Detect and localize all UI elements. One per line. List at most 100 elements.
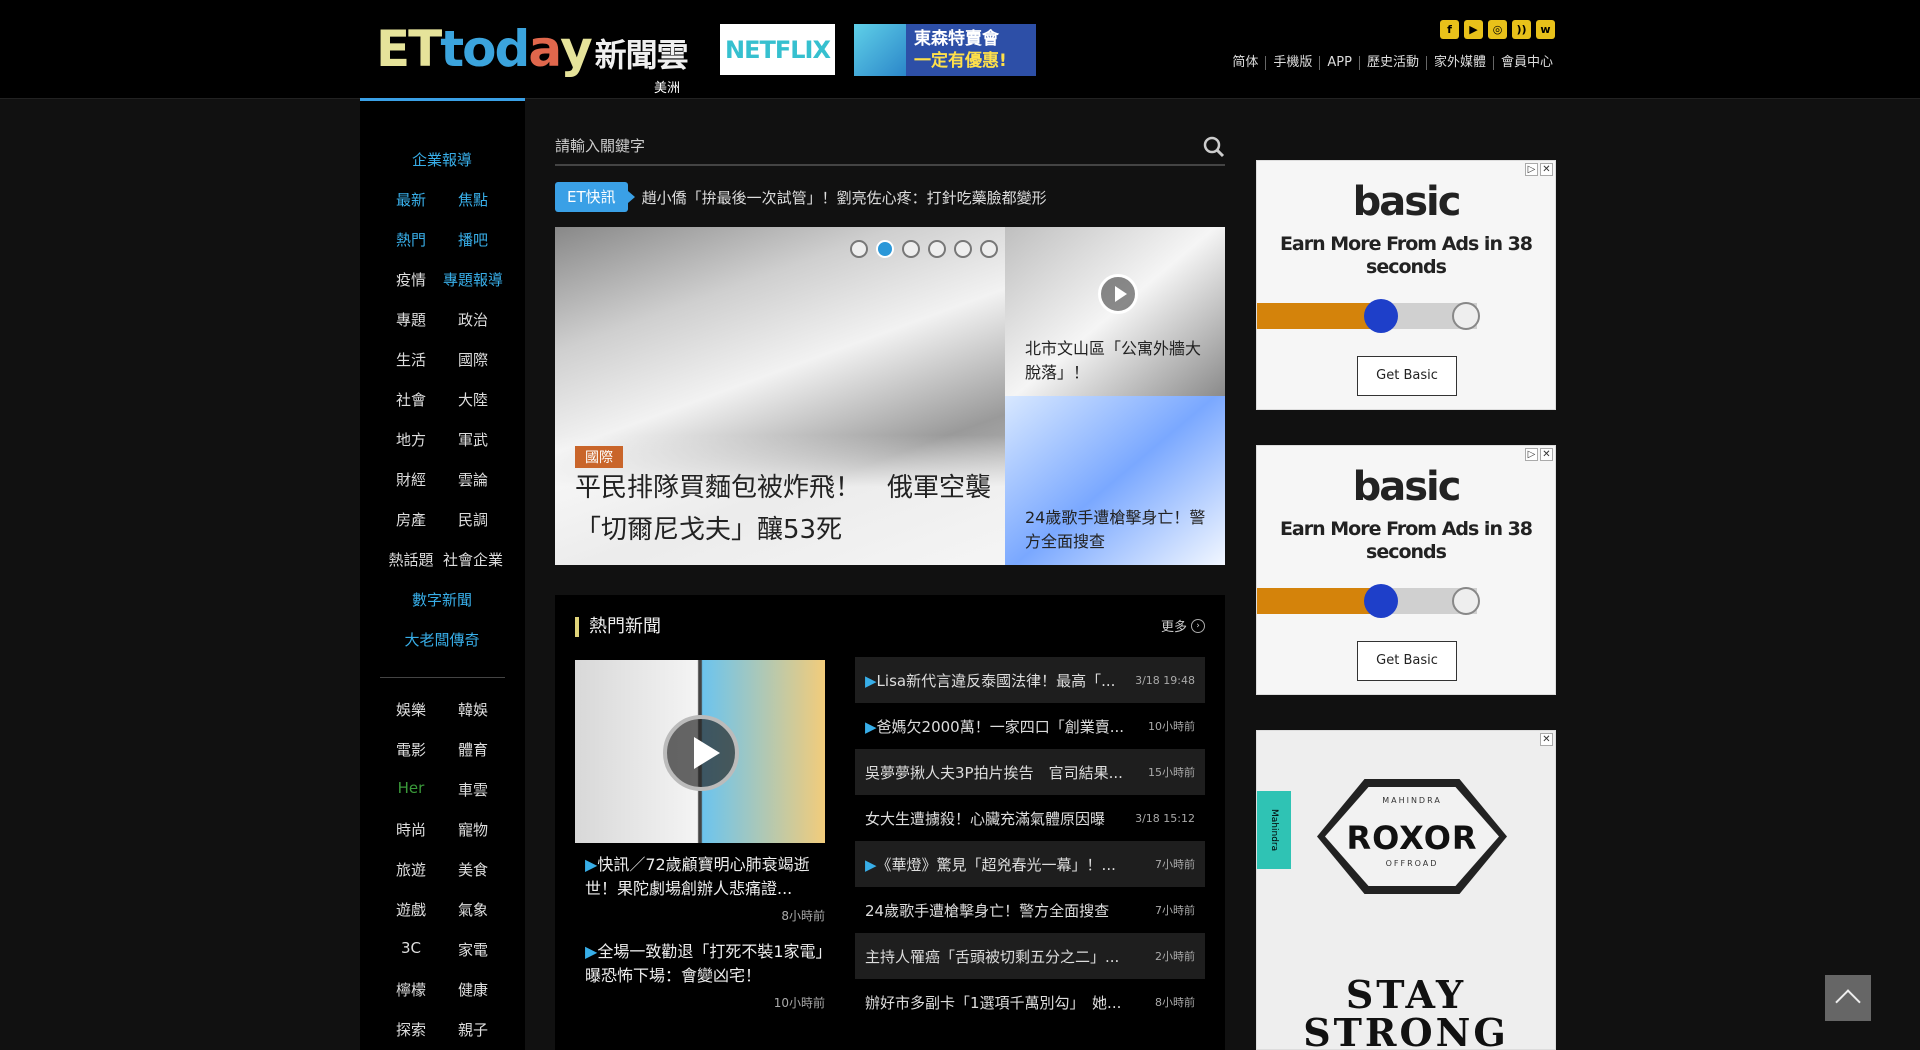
list-item-title[interactable]: 主持人罹癌「舌頭被切剩五分之二」... xyxy=(865,946,1151,967)
nav-item[interactable]: 探索 xyxy=(396,1019,426,1040)
close-icon[interactable]: ✕ xyxy=(1540,448,1553,461)
carousel-dot[interactable] xyxy=(980,240,998,258)
netflix-banner[interactable]: NETFLIX xyxy=(720,24,835,75)
nav-item[interactable]: 軍武 xyxy=(458,429,488,450)
ad-banner-basic-1[interactable]: ▷ ✕ basic Earn More From Ads in 38 second… xyxy=(1256,160,1556,410)
list-item-title[interactable]: 辦好市多副卡「1選項千萬別勾」 她... xyxy=(865,992,1151,1013)
ad-banner-roxor[interactable]: ✕ Mahindra MAHINDRA ROXOR OFFROAD STAY S… xyxy=(1256,730,1556,1050)
nav-item[interactable]: 數字新聞 xyxy=(412,589,472,610)
nav-item[interactable]: 國際 xyxy=(458,349,488,370)
nav-item[interactable]: 社會 xyxy=(396,389,426,410)
top-link[interactable]: 家外媒體 xyxy=(1425,56,1493,70)
nav-item[interactable]: 熱門 xyxy=(396,229,426,250)
hot-story-1[interactable]: ▶快訊／72歲顧寶明心肺衰竭逝世！果陀劇場創辦人悲痛證... 8小時前 xyxy=(575,853,825,924)
search-input[interactable] xyxy=(555,130,1155,162)
carousel-dot[interactable] xyxy=(902,240,920,258)
nav-item[interactable]: 財經 xyxy=(396,469,426,490)
search-icon[interactable] xyxy=(1203,136,1225,158)
weibo-icon[interactable]: w xyxy=(1536,20,1555,39)
carousel-dot[interactable] xyxy=(928,240,946,258)
facebook-icon[interactable]: f xyxy=(1440,20,1459,39)
close-icon[interactable]: ✕ xyxy=(1540,163,1553,176)
hot-story-title[interactable]: 全場一致勸退「打死不裝1家電」 曝恐怖下場：會變凶宅！ xyxy=(585,942,840,985)
carousel-dot[interactable] xyxy=(850,240,868,258)
top-link[interactable]: 歷史活動 xyxy=(1358,56,1426,70)
nav-item[interactable]: 遊戲 xyxy=(396,899,426,920)
nav-item[interactable]: 地方 xyxy=(396,429,426,450)
nav-item[interactable]: 疫情 xyxy=(396,269,426,290)
nav-item[interactable]: 社會企業 xyxy=(443,549,503,570)
ad-info-icon[interactable]: ▷ xyxy=(1525,163,1538,176)
hero-side-title-2[interactable]: 24歲歌手遭槍擊身亡！警方全面搜查 xyxy=(1025,506,1215,554)
nav-item[interactable]: 生活 xyxy=(396,349,426,370)
nav-item[interactable]: 大陸 xyxy=(458,389,488,410)
nav-item[interactable]: 親子 xyxy=(458,1019,488,1040)
hero-side-story-2[interactable]: 24歲歌手遭槍擊身亡！警方全面搜查 xyxy=(1005,396,1225,565)
nav-item[interactable]: 檸檬 xyxy=(396,979,426,1000)
close-icon[interactable]: ✕ xyxy=(1540,733,1553,746)
nav-item[interactable]: 車雲 xyxy=(458,779,488,800)
play-icon[interactable] xyxy=(1098,274,1138,314)
nav-item[interactable]: 家電 xyxy=(458,939,488,960)
carousel-dot[interactable] xyxy=(954,240,972,258)
promo-banner[interactable]: 東森特賣會 一定有優惠! xyxy=(854,24,1036,76)
flash-headline[interactable]: 趙小僑「拚最後一次試管」！劉亮佐心疼：打針吃藥臉都變形 xyxy=(642,187,1047,208)
list-item-title[interactable]: ▶Lisa新代言違反泰國法律！最高「... xyxy=(865,670,1131,691)
nav-item[interactable]: 3C xyxy=(401,939,421,957)
get-basic-button[interactable]: Get Basic xyxy=(1357,356,1457,396)
get-basic-button[interactable]: Get Basic xyxy=(1357,641,1457,681)
back-to-top-button[interactable] xyxy=(1825,975,1871,1021)
nav-item[interactable]: 政治 xyxy=(458,309,488,330)
list-item[interactable]: ▶爸媽欠2000萬！一家四口「創業賣... 10小時前 xyxy=(855,703,1205,749)
nav-item[interactable]: 時尚 xyxy=(396,819,426,840)
nav-item[interactable]: 播吧 xyxy=(458,229,488,250)
list-item[interactable]: ▶Lisa新代言違反泰國法律！最高「... 3/18 19:48 xyxy=(855,657,1205,703)
list-item[interactable]: 吳夢夢揪人夫3P拍片挨告 官司結果... 15小時前 xyxy=(855,749,1205,795)
nav-item[interactable]: 健康 xyxy=(458,979,488,1000)
list-item-title[interactable]: 24歲歌手遭槍擊身亡！警方全面搜查 xyxy=(865,900,1151,921)
nav-item[interactable]: 熱話題 xyxy=(388,549,433,570)
hero-main-story[interactable]: 國際 平民排隊買麵包被炸飛！ 俄軍空襲「切爾尼戈夫」釀53死 xyxy=(555,227,1005,565)
rss-icon[interactable]: )) xyxy=(1512,20,1531,39)
list-item-title[interactable]: ▶《華燈》驚見「超兇春光一幕」！... xyxy=(865,854,1151,875)
hero-side-title-1[interactable]: 北市文山區「公寓外牆大脫落」！ xyxy=(1025,337,1215,385)
nav-item[interactable]: 專題 xyxy=(396,309,426,330)
top-link[interactable]: APP xyxy=(1319,56,1359,70)
hot-story-title[interactable]: 快訊／72歲顧寶明心肺衰竭逝世！果陀劇場創辦人悲痛證... xyxy=(585,855,810,898)
play-icon[interactable] xyxy=(663,715,739,791)
list-item-title[interactable]: 吳夢夢揪人夫3P拍片挨告 官司結果... xyxy=(865,762,1144,783)
nav-item[interactable]: 專題報導 xyxy=(443,269,503,290)
nav-item[interactable]: 韓娛 xyxy=(458,699,488,720)
ad-info-icon[interactable]: ▷ xyxy=(1525,448,1538,461)
ettoday-logo[interactable]: E Tt o d a y 新聞雲 xyxy=(376,22,689,77)
carousel-dot[interactable] xyxy=(876,240,894,258)
youtube-icon[interactable]: ▶ xyxy=(1464,20,1483,39)
list-item[interactable]: 主持人罹癌「舌頭被切剩五分之二」... 2小時前 xyxy=(855,933,1205,979)
nav-item[interactable]: 房產 xyxy=(396,509,426,530)
nav-item[interactable]: 民調 xyxy=(458,509,488,530)
nav-item[interactable]: 氣象 xyxy=(458,899,488,920)
nav-item[interactable]: 最新 xyxy=(396,189,426,210)
top-link[interactable]: 手機版 xyxy=(1265,56,1319,70)
nav-item[interactable]: 美食 xyxy=(458,859,488,880)
hot-news-thumbnail[interactable] xyxy=(575,660,825,843)
nav-item[interactable]: 企業報導 xyxy=(412,149,472,170)
nav-item[interactable]: 旅遊 xyxy=(396,859,426,880)
top-link[interactable]: 會員中心 xyxy=(1492,56,1560,70)
nav-item[interactable]: 電影 xyxy=(396,739,426,760)
hero-side-story-1[interactable]: 北市文山區「公寓外牆大脫落」！ xyxy=(1005,227,1225,396)
nav-item[interactable]: 娛樂 xyxy=(396,699,426,720)
nav-item[interactable]: 大老闆傳奇 xyxy=(404,629,479,650)
more-link[interactable]: 更多 › xyxy=(1161,616,1205,635)
nav-item[interactable]: 體育 xyxy=(458,739,488,760)
nav-item[interactable]: 寵物 xyxy=(458,819,488,840)
list-item[interactable]: 辦好市多副卡「1選項千萬別勾」 她... 8小時前 xyxy=(855,979,1205,1025)
list-item-title[interactable]: 女大生遭擄殺！心臟充滿氣體原因曝 xyxy=(865,808,1131,829)
top-link[interactable]: 简体 xyxy=(1225,56,1265,70)
list-item[interactable]: ▶《華燈》驚見「超兇春光一幕」！... 7小時前 xyxy=(855,841,1205,887)
list-item[interactable]: 24歲歌手遭槍擊身亡！警方全面搜查 7小時前 xyxy=(855,887,1205,933)
list-item[interactable]: 女大生遭擄殺！心臟充滿氣體原因曝 3/18 15:12 xyxy=(855,795,1205,841)
nav-item[interactable]: 焦點 xyxy=(458,189,488,210)
hot-story-2[interactable]: ▶全場一致勸退「打死不裝1家電」 曝恐怖下場：會變凶宅！ 10小時前 xyxy=(575,940,840,1011)
nav-item[interactable]: 雲論 xyxy=(458,469,488,490)
